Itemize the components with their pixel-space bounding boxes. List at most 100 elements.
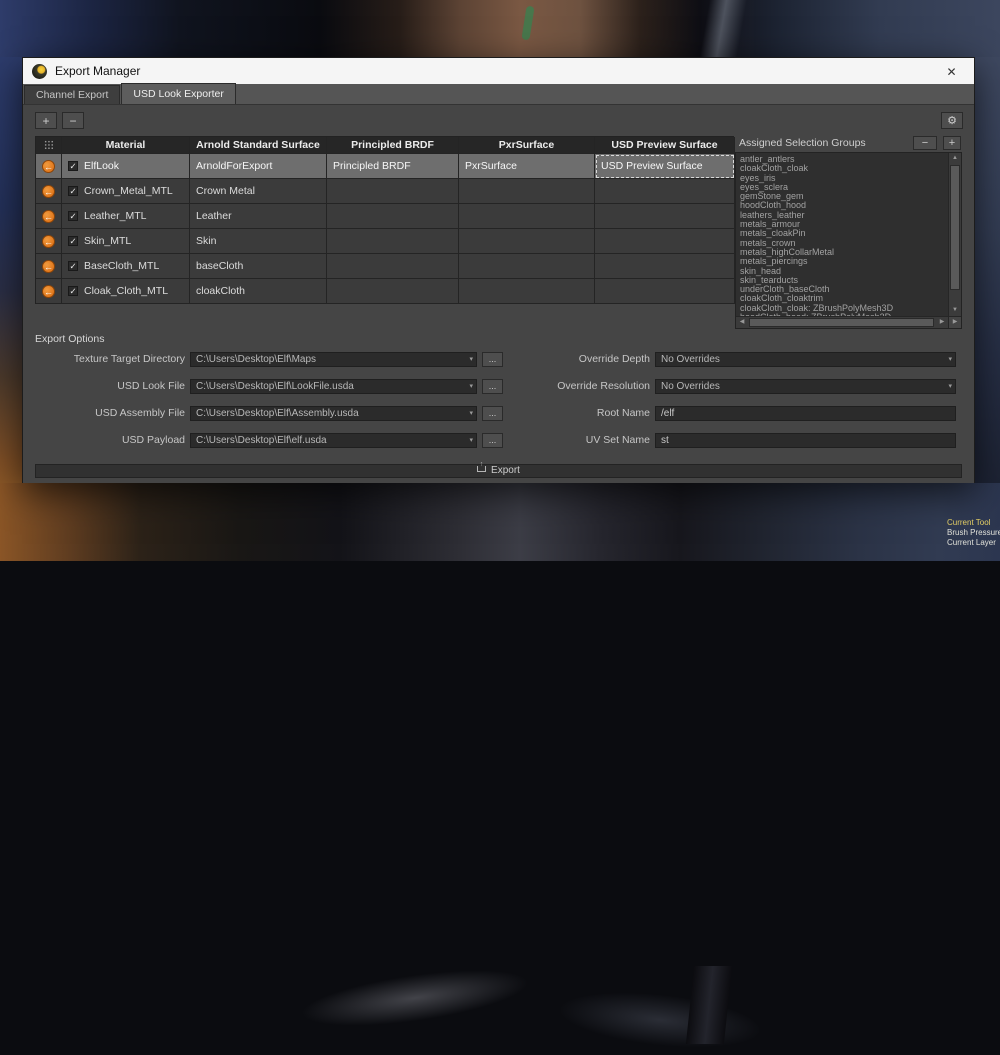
table-row-cloak-cloth[interactable]: ← ✓Cloak_Cloth_MTL cloakCloth (36, 279, 734, 304)
hud-brush-pressure: Brush Pressure (947, 528, 1000, 538)
usd-preview-cell[interactable] (595, 204, 735, 229)
pxrsurface-cell[interactable] (459, 279, 595, 304)
pxrsurface-cell[interactable] (459, 229, 595, 254)
label-uv-set-name: UV Set Name (473, 433, 650, 448)
usd-preview-cell[interactable] (595, 179, 735, 204)
column-header-material[interactable]: Material (62, 137, 190, 154)
usd-preview-cell[interactable]: USD Preview Surface (595, 154, 735, 179)
usd-payload-combo[interactable]: C:\Users\Desktop\Elf\elf.usda ▾ (190, 433, 477, 448)
label-usd-payload: USD Payload (23, 433, 185, 448)
assign-selection-icon[interactable]: ← (42, 260, 55, 273)
pxrsurface-cell[interactable] (459, 179, 595, 204)
material-cell[interactable]: ✓Cloak_Cloth_MTL (62, 279, 190, 304)
table-row-basecloth[interactable]: ← ✓ BaseCloth_MTL baseCloth (36, 254, 734, 279)
vertical-scroll-thumb[interactable] (950, 165, 960, 290)
hud-current-layer: Current Layer (947, 538, 1000, 548)
titlebar[interactable]: Export Manager ✕ (23, 58, 974, 84)
pxrsurface-cell[interactable] (459, 204, 595, 229)
column-header-principled[interactable]: Principled BRDF (327, 137, 459, 154)
material-checkbox[interactable]: ✓ (68, 236, 78, 246)
usd-preview-cell[interactable] (595, 279, 735, 304)
principled-cell[interactable] (327, 279, 459, 304)
material-cell[interactable]: ✓Skin_MTL (62, 229, 190, 254)
row-icon-cell: ← (36, 279, 62, 304)
remove-material-button[interactable]: − (62, 112, 84, 129)
column-header-arnold[interactable]: Arnold Standard Surface (190, 137, 327, 154)
scrollbar-corner-button[interactable]: ▶ (948, 316, 961, 328)
jade-ornament (521, 6, 534, 41)
remove-selection-group-button[interactable]: − (913, 136, 937, 150)
export-manager-window: Export Manager ✕ Channel Export USD Look… (22, 57, 975, 483)
assign-selection-icon[interactable]: ← (42, 285, 55, 298)
usd-preview-cell[interactable] (595, 254, 735, 279)
pxrsurface-cell[interactable] (459, 254, 595, 279)
combo-value: C:\Users\Desktop\Elf\Assembly.usda (196, 408, 359, 419)
table-row-leather[interactable]: ← ✓Leather_MTL Leather (36, 204, 734, 229)
scroll-left-icon[interactable]: ◀ (736, 317, 748, 328)
zbrush-hud: Current Tool Brush Pressure Current Laye… (947, 518, 1000, 548)
arnold-cell[interactable]: Crown Metal (190, 179, 327, 204)
principled-cell[interactable] (327, 229, 459, 254)
override-depth-combo[interactable]: No Overrides ▾ (655, 352, 956, 367)
pxrsurface-cell[interactable]: PxrSurface (459, 154, 595, 179)
close-button[interactable]: ✕ (929, 58, 974, 84)
export-button-label: Export (491, 465, 520, 476)
principled-cell[interactable] (327, 254, 459, 279)
root-name-input[interactable] (655, 406, 956, 421)
column-header-pxrsurface[interactable]: PxrSurface (459, 137, 595, 154)
add-material-button[interactable]: + (35, 112, 57, 129)
material-checkbox[interactable]: ✓ (68, 286, 78, 296)
export-options-title: Export Options (35, 333, 104, 345)
row-icon-cell: ← (36, 154, 62, 179)
material-cell[interactable]: ✓ ElfLook (62, 154, 190, 179)
material-checkbox[interactable]: ✓ (68, 211, 78, 221)
selection-groups-items: antler_antlers cloakCloth_cloak eyes_iri… (736, 153, 948, 316)
usd-look-file-combo[interactable]: C:\Users\Desktop\Elf\LookFile.usda ▾ (190, 379, 477, 394)
horizontal-scrollbar[interactable]: ◀ ▶ (736, 316, 948, 328)
add-selection-group-button[interactable]: + (943, 136, 961, 150)
table-row-skin[interactable]: ← ✓Skin_MTL Skin (36, 229, 734, 254)
arnold-cell[interactable]: baseCloth (190, 254, 327, 279)
column-header-usd-preview[interactable]: USD Preview Surface (595, 137, 735, 154)
material-checkbox[interactable]: ✓ (68, 186, 78, 196)
horizontal-scroll-thumb[interactable] (749, 318, 934, 327)
combo-value: C:\Users\Desktop\Elf\elf.usda (196, 435, 327, 446)
assign-selection-icon[interactable]: ← (42, 160, 55, 173)
tab-bar: Channel Export USD Look Exporter (23, 84, 974, 105)
uv-set-name-input[interactable] (655, 433, 956, 448)
assign-selection-icon[interactable]: ← (42, 185, 55, 198)
label-override-resolution: Override Resolution (473, 379, 650, 394)
export-button[interactable]: Export (35, 464, 962, 478)
material-checkbox[interactable]: ✓ (68, 261, 78, 271)
usd-preview-cell[interactable] (595, 229, 735, 254)
principled-cell[interactable] (327, 204, 459, 229)
material-cell[interactable]: ✓ BaseCloth_MTL (62, 254, 190, 279)
background-render-right (975, 57, 1000, 483)
settings-gear-button[interactable]: ⚙ (941, 112, 963, 129)
material-cell[interactable]: ✓Crown_Metal_MTL (62, 179, 190, 204)
scroll-right-icon[interactable]: ▶ (936, 317, 948, 328)
usd-assembly-file-combo[interactable]: C:\Users\Desktop\Elf\Assembly.usda ▾ (190, 406, 477, 421)
vertical-scrollbar[interactable]: ▲ ▼ (948, 153, 961, 316)
assign-selection-icon[interactable]: ← (42, 210, 55, 223)
material-cell[interactable]: ✓Leather_MTL (62, 204, 190, 229)
arnold-cell[interactable]: Leather (190, 204, 327, 229)
texture-target-directory-combo[interactable]: C:\Users\Desktop\Elf\Maps ▾ (190, 352, 477, 367)
override-resolution-combo[interactable]: No Overrides ▾ (655, 379, 956, 394)
assign-selection-icon[interactable]: ← (42, 235, 55, 248)
principled-cell[interactable]: Principled BRDF (327, 154, 459, 179)
table-row-crown-metal[interactable]: ← ✓Crown_Metal_MTL Crown Metal (36, 179, 734, 204)
arnold-cell[interactable]: ArnoldForExport (190, 154, 327, 179)
table-row-elflook[interactable]: ← ✓ ElfLook ArnoldForExport Principled BR… (36, 154, 734, 179)
scroll-down-icon[interactable]: ▼ (949, 305, 961, 316)
arnold-cell[interactable]: Skin (190, 229, 327, 254)
principled-cell[interactable] (327, 179, 459, 204)
material-name: ElfLook (84, 160, 119, 172)
material-checkbox[interactable]: ✓ (68, 161, 78, 171)
tab-channel-export[interactable]: Channel Export (24, 85, 120, 104)
tab-usd-look-exporter[interactable]: USD Look Exporter (121, 83, 235, 104)
arnold-cell[interactable]: cloakCloth (190, 279, 327, 304)
usd-look-exporter-panel: + − ⚙ Material Arnold Standard Surface P… (23, 105, 974, 483)
material-name: BaseCloth_MTL (84, 260, 159, 272)
scroll-up-icon[interactable]: ▲ (949, 153, 961, 164)
